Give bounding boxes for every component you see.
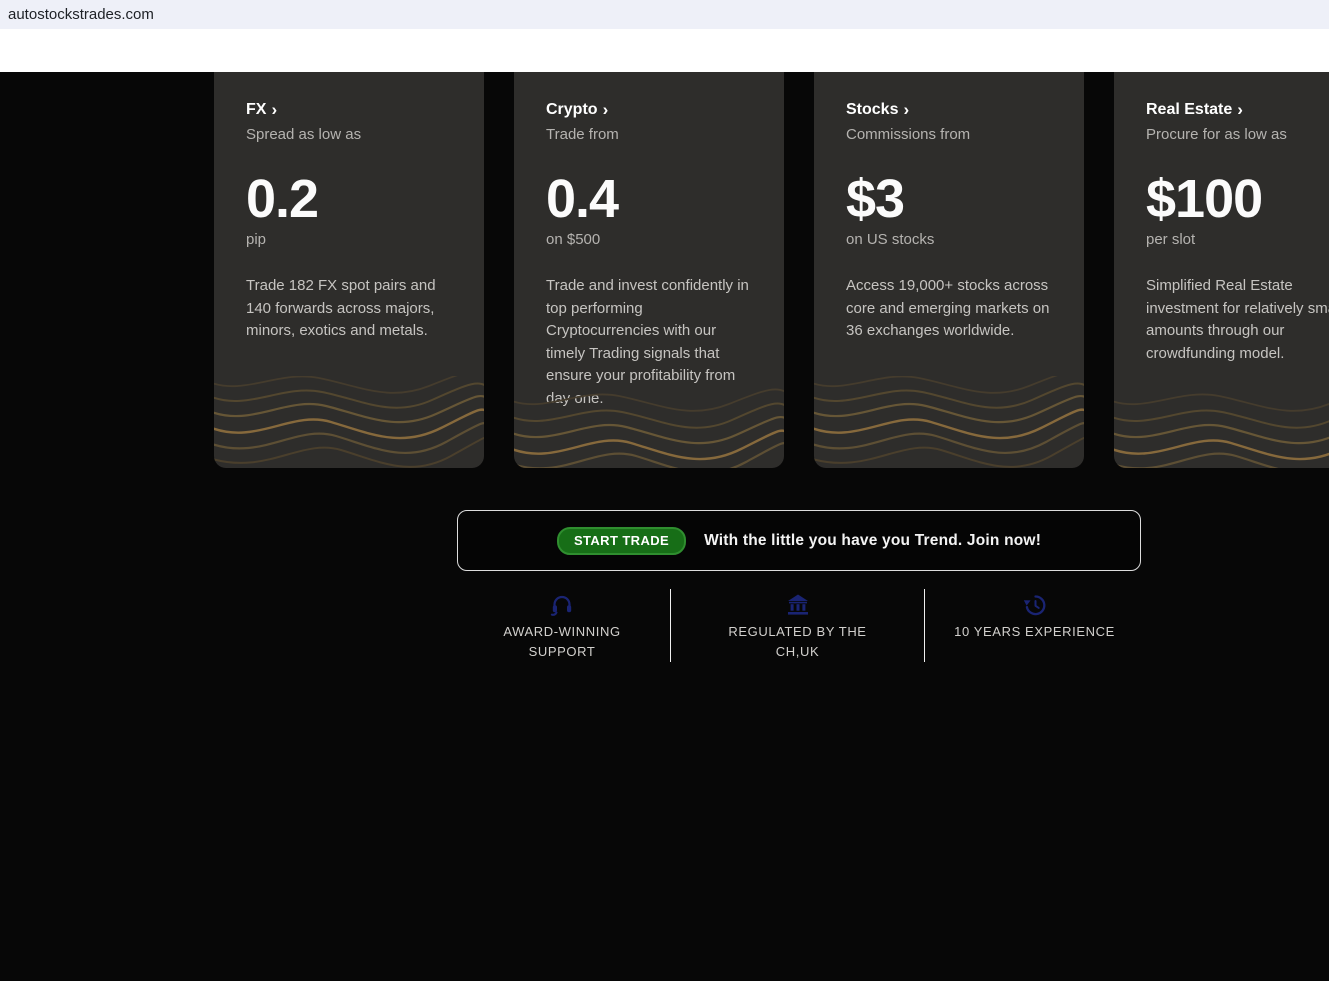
headset-icon (550, 593, 574, 617)
card-subtitle: Spread as low as (246, 126, 452, 144)
badge-label: AWARD-WINNING SUPPORT (482, 622, 642, 662)
card-description: Access 19,000+ stocks across core and em… (846, 275, 1052, 343)
market-cards-row: FX › Spread as low as 0.2 pip Trade 182 … (214, 72, 1329, 468)
card-unit: per slot (1146, 231, 1329, 249)
chevron-right-icon: › (903, 101, 909, 119)
history-icon (1023, 593, 1047, 617)
card-title[interactable]: Stocks › (846, 100, 1052, 120)
markets-section: FX › Spread as low as 0.2 pip Trade 182 … (0, 72, 1329, 981)
card-real-estate[interactable]: Real Estate › Procure for as low as $100… (1114, 72, 1329, 468)
card-unit: on $500 (546, 231, 752, 249)
card-unit: on US stocks (846, 231, 1052, 249)
card-description: Trade 182 FX spot pairs and 140 forwards… (246, 275, 452, 343)
chevron-right-icon: › (271, 101, 277, 119)
bank-icon (786, 593, 810, 617)
chevron-right-icon: › (603, 101, 609, 119)
card-value: $100 (1146, 172, 1329, 226)
card-value: 0.2 (246, 172, 452, 226)
card-title-text: Real Estate (1146, 100, 1232, 120)
cta-message: With the little you have you Trend. Join… (704, 532, 1041, 550)
chevron-right-icon: › (1237, 101, 1243, 119)
card-title-text: FX (246, 100, 266, 120)
card-crypto[interactable]: Crypto › Trade from 0.4 on $500 Trade an… (514, 72, 784, 468)
card-stocks[interactable]: Stocks › Commissions from $3 on US stock… (814, 72, 1084, 468)
page-top-spacer (0, 29, 1329, 72)
card-description: Simplified Real Estate investment for re… (1146, 275, 1329, 365)
card-subtitle: Commissions from (846, 126, 1052, 144)
content-column: FX › Spread as low as 0.2 pip Trade 182 … (214, 72, 1329, 662)
card-unit: pip (246, 231, 452, 249)
card-value: 0.4 (546, 172, 752, 226)
card-subtitle: Trade from (546, 126, 752, 144)
wave-pattern-decoration (1114, 376, 1329, 468)
card-title[interactable]: Crypto › (546, 100, 752, 120)
card-title-text: Stocks (846, 100, 898, 120)
wave-pattern-decoration (814, 376, 1084, 468)
card-title-text: Crypto (546, 100, 598, 120)
badge-award-winning-support: AWARD-WINNING SUPPORT (454, 589, 670, 662)
card-title[interactable]: Real Estate › (1146, 100, 1329, 120)
card-value: $3 (846, 172, 1052, 226)
card-subtitle: Procure for as low as (1146, 126, 1329, 144)
url-text: autostockstrades.com (8, 6, 154, 23)
wave-pattern-decoration (514, 376, 784, 468)
start-trade-button[interactable]: START TRADE (557, 527, 686, 555)
trust-badges-row: AWARD-WINNING SUPPORT REGULATED BY THE C… (454, 589, 1144, 662)
browser-url-bar[interactable]: autostockstrades.com (0, 0, 1329, 29)
badge-regulated: REGULATED BY THE CH,UK (670, 589, 924, 662)
wave-pattern-decoration (214, 376, 484, 468)
badge-experience: 10 YEARS EXPERIENCE (924, 589, 1144, 662)
cta-banner: START TRADE With the little you have you… (457, 510, 1141, 571)
badge-label: 10 YEARS EXPERIENCE (954, 622, 1115, 642)
badge-label: REGULATED BY THE CH,UK (710, 622, 885, 662)
card-title[interactable]: FX › (246, 100, 452, 120)
card-fx[interactable]: FX › Spread as low as 0.2 pip Trade 182 … (214, 72, 484, 468)
